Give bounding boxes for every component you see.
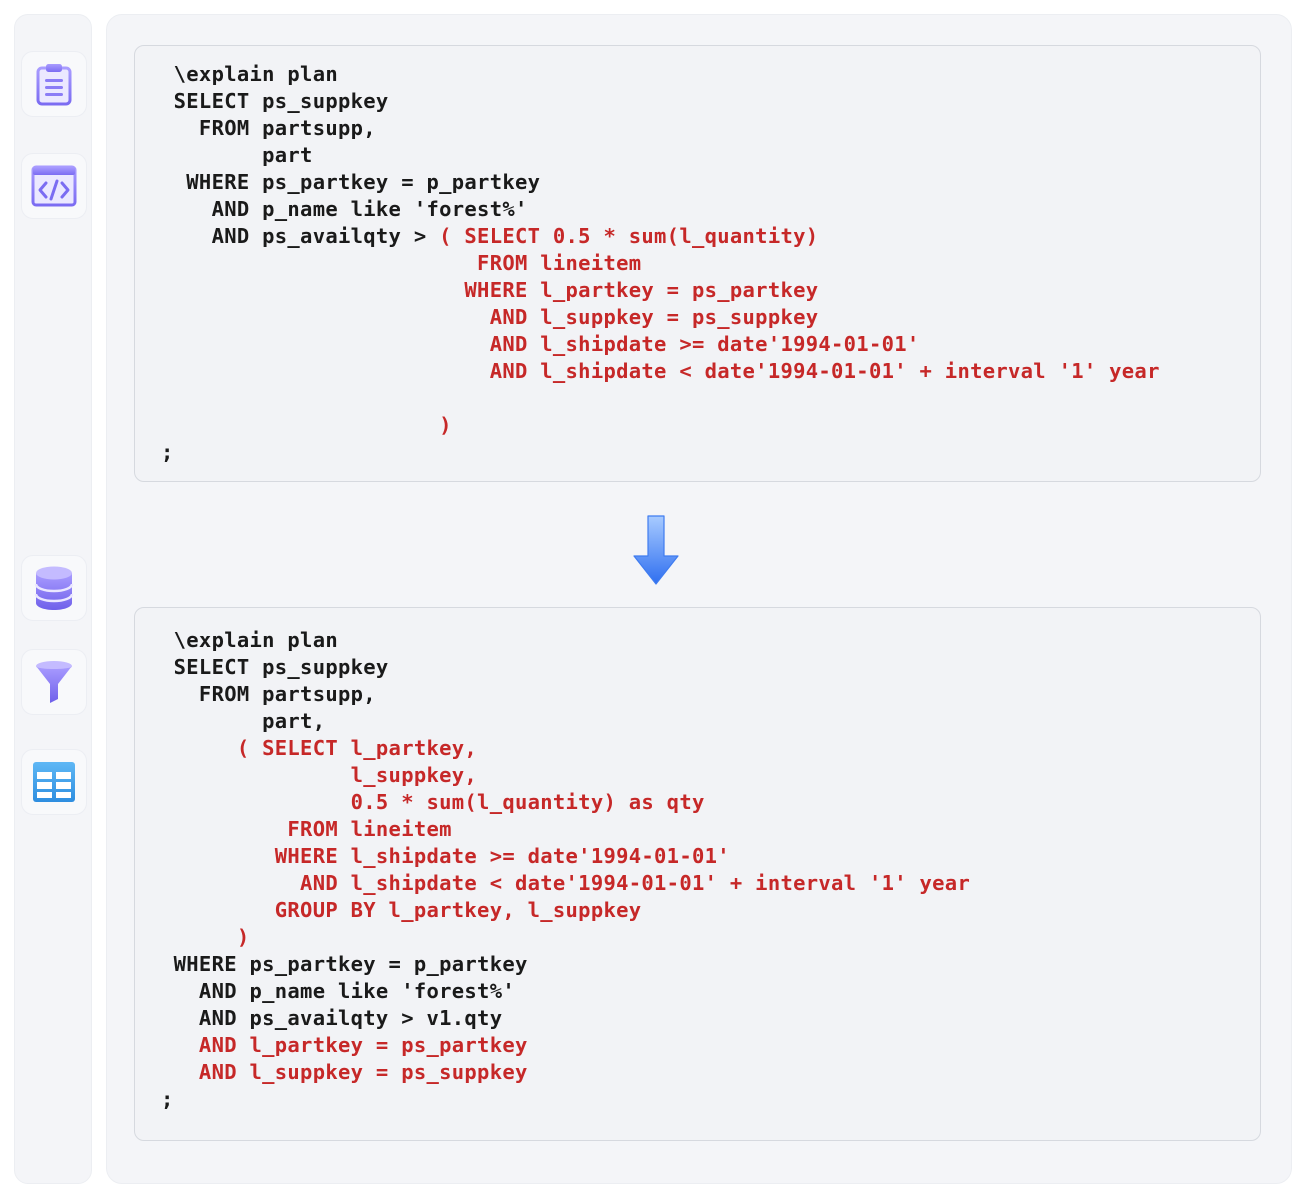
code-text: WHERE l_shipdate >= date'1994-01-01' (161, 844, 730, 868)
code-text: part (161, 143, 313, 167)
code-window-icon (31, 165, 77, 207)
code-text: AND l_shipdate < date'1994-01-01' + inte… (161, 359, 1160, 383)
code-line: ) (161, 412, 1160, 439)
code-line: AND l_partkey = ps_partkey (161, 1032, 970, 1059)
code-text: \explain plan (161, 628, 338, 652)
original-query-panel: \explain plan SELECT ps_suppkey FROM par… (134, 45, 1261, 482)
code-text: GROUP BY l_partkey, l_suppkey (161, 898, 642, 922)
rewritten-query-code: \explain plan SELECT ps_suppkey FROM par… (161, 627, 970, 1113)
sidebar-button-filter[interactable] (21, 649, 87, 715)
code-line: part (161, 142, 1160, 169)
code-text: ) (161, 925, 250, 949)
code-text: ; (161, 1087, 174, 1111)
code-text: AND l_suppkey = ps_suppkey (161, 1060, 528, 1084)
code-line: \explain plan (161, 61, 1160, 88)
code-line: ; (161, 1086, 970, 1113)
code-line: l_suppkey, (161, 762, 970, 789)
code-line: AND l_shipdate < date'1994-01-01' + inte… (161, 870, 970, 897)
code-line: AND ps_availqty > v1.qty (161, 1005, 970, 1032)
code-line: WHERE l_shipdate >= date'1994-01-01' (161, 843, 970, 870)
code-line: FROM lineitem (161, 250, 1160, 277)
rewritten-query-panel: \explain plan SELECT ps_suppkey FROM par… (134, 607, 1261, 1141)
code-text: l_suppkey, (161, 763, 478, 787)
code-text: SELECT ps_suppkey (161, 655, 389, 679)
code-line: ; (161, 439, 1160, 466)
code-text: AND p_name like 'forest%' (161, 979, 515, 1003)
code-line: WHERE ps_partkey = p_partkey (161, 951, 970, 978)
code-line: FROM lineitem (161, 816, 970, 843)
code-line: WHERE l_partkey = ps_partkey (161, 277, 1160, 304)
code-text: AND ps_availqty > (161, 224, 440, 248)
code-line: AND p_name like 'forest%' (161, 978, 970, 1005)
code-text: AND l_shipdate >= date'1994-01-01' (161, 332, 920, 356)
code-line (161, 385, 1160, 412)
code-text: AND l_partkey = ps_partkey (161, 1033, 528, 1057)
code-text-highlight: ( SELECT 0.5 * sum(l_quantity) (439, 224, 819, 248)
code-line: WHERE ps_partkey = p_partkey (161, 169, 1160, 196)
filter-icon (36, 661, 72, 703)
sidebar (14, 14, 92, 1184)
database-icon (34, 566, 74, 610)
code-text: SELECT ps_suppkey (161, 89, 389, 113)
arrow-down-icon (633, 515, 679, 585)
code-text: FROM lineitem (161, 251, 642, 275)
code-text: ) (161, 413, 452, 437)
code-text: 0.5 * sum(l_quantity) as qty (161, 790, 705, 814)
sidebar-button-table[interactable] (21, 749, 87, 815)
code-text: AND p_name like 'forest%' (161, 197, 528, 221)
code-line: AND ps_availqty > ( SELECT 0.5 * sum(l_q… (161, 223, 1160, 250)
code-text: AND l_shipdate < date'1994-01-01' + inte… (161, 871, 971, 895)
code-line: ) (161, 924, 970, 951)
code-line: GROUP BY l_partkey, l_suppkey (161, 897, 970, 924)
sidebar-button-clipboard[interactable] (21, 51, 87, 117)
code-text: FROM partsupp, (161, 682, 376, 706)
page: \explain plan SELECT ps_suppkey FROM par… (0, 0, 1308, 1202)
code-line: AND l_shipdate >= date'1994-01-01' (161, 331, 1160, 358)
sidebar-button-code[interactable] (21, 153, 87, 219)
clipboard-icon (36, 64, 72, 106)
table-icon (33, 762, 75, 802)
code-text: FROM partsupp, (161, 116, 376, 140)
code-line: ( SELECT l_partkey, (161, 735, 970, 762)
code-line: AND l_suppkey = ps_suppkey (161, 1059, 970, 1086)
code-line: AND l_shipdate < date'1994-01-01' + inte… (161, 358, 1160, 385)
sidebar-button-database[interactable] (21, 555, 87, 621)
code-line: AND l_suppkey = ps_suppkey (161, 304, 1160, 331)
code-text: WHERE ps_partkey = p_partkey (161, 952, 528, 976)
code-line: SELECT ps_suppkey (161, 654, 970, 681)
code-text: AND l_suppkey = ps_suppkey (161, 305, 819, 329)
code-line: AND p_name like 'forest%' (161, 196, 1160, 223)
code-text: ( SELECT l_partkey, (161, 736, 478, 760)
code-text: FROM lineitem (161, 817, 452, 841)
code-text: \explain plan (161, 62, 338, 86)
code-line: FROM partsupp, (161, 115, 1160, 142)
code-text: part, (161, 709, 326, 733)
code-line: FROM partsupp, (161, 681, 970, 708)
code-text: ; (161, 440, 174, 464)
code-text: WHERE ps_partkey = p_partkey (161, 170, 541, 194)
code-line: SELECT ps_suppkey (161, 88, 1160, 115)
code-text: AND ps_availqty > v1.qty (161, 1006, 503, 1030)
original-query-code: \explain plan SELECT ps_suppkey FROM par… (161, 61, 1160, 466)
code-line: \explain plan (161, 627, 970, 654)
code-line: 0.5 * sum(l_quantity) as qty (161, 789, 970, 816)
code-text: WHERE l_partkey = ps_partkey (161, 278, 819, 302)
code-line: part, (161, 708, 970, 735)
